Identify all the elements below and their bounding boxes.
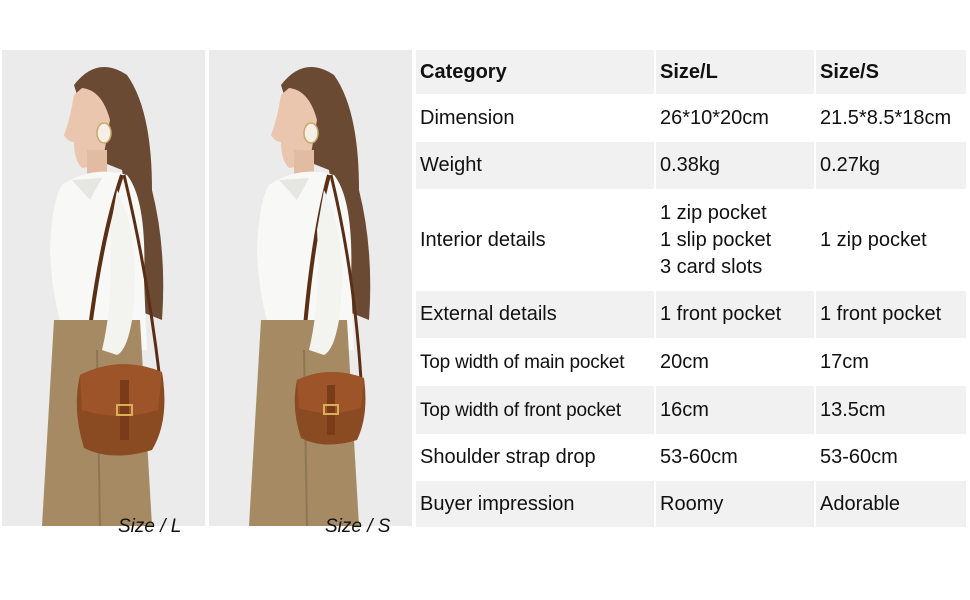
cell-size-s: 17cm [814, 338, 966, 386]
photo-caption-size-l: Size / L [118, 516, 182, 537]
cell-value: 3 card slots [660, 255, 763, 278]
table-header-row: Category Size/L Size/S [416, 50, 966, 94]
cell-value: 26*10*20cm [660, 106, 769, 129]
table-row: Buyer impression Roomy Adorable [416, 481, 966, 527]
cell-size-s: 1 front pocket [814, 291, 966, 338]
cell-value: 13.5cm [820, 398, 886, 421]
cell-value: 53-60cm [660, 446, 738, 468]
model-photo-size-l [2, 50, 205, 526]
model-with-bag-large-illustration [2, 50, 205, 526]
cell-size-l: 1 front pocket [654, 291, 815, 338]
cell-size-l: 1 zip pocket 1 slip pocket 3 card slots [654, 189, 815, 291]
cell-value: 16cm [660, 398, 709, 421]
cell-size-l: 20cm [654, 338, 815, 386]
cell-value: 20cm [660, 350, 709, 373]
header-size-l: Size/L [654, 50, 815, 94]
cell-size-s: 53-60cm [814, 434, 966, 481]
cell-size-l: 53-60cm [654, 434, 815, 481]
cell-size-s: 13.5cm [814, 386, 966, 434]
cell-size-l: Roomy [654, 481, 815, 527]
cell-category: Dimension [416, 94, 655, 142]
cell-category: Interior details [416, 189, 655, 291]
cell-value: Adorable [820, 492, 901, 515]
cell-value: 1 zip pocket [820, 228, 927, 251]
cell-value: 1 front pocket [820, 303, 942, 325]
cell-value: Roomy [660, 492, 724, 515]
photo-caption-size-s: Size / S [325, 516, 391, 537]
cell-size-l: 26*10*20cm [654, 94, 815, 142]
model-photo-size-s [209, 50, 412, 526]
table-row: Top width of front pocket 16cm 13.5cm [416, 386, 966, 434]
cell-value: 0.38kg [660, 154, 721, 176]
table-row: Interior details 1 zip pocket 1 slip pocke… [416, 189, 966, 291]
header-size-s: Size/S [814, 50, 966, 94]
table-row: Weight 0.38kg 0.27kg [416, 142, 966, 189]
table-row: External details 1 front pocket 1 front po… [416, 291, 966, 338]
cell-value: 53-60cm [820, 446, 898, 468]
cell-category: Shoulder strap drop [416, 434, 655, 481]
cell-size-s: 1 zip pocket [814, 189, 966, 291]
model-with-bag-small-illustration [209, 50, 412, 526]
cell-value: 21.5*8.5*18cm [820, 106, 952, 129]
cell-size-s: 21.5*8.5*18cm [814, 94, 966, 142]
cell-value: 0.27kg [820, 154, 881, 176]
cell-value: 17cm [820, 350, 869, 373]
cell-size-s: Adorable [814, 481, 966, 527]
cell-category: Top width of main pocket [416, 338, 655, 386]
size-comparison-table: Category Size/L Size/S Dimension 26*10*20… [416, 50, 966, 527]
cell-value: 1 slip pocket [660, 228, 772, 251]
table-row: Dimension 26*10*20cm 21.5*8.5*18cm [416, 94, 966, 142]
cell-value: 1 zip pocket [660, 201, 767, 224]
table-row: Shoulder strap drop 53-60cm 53-60cm [416, 434, 966, 481]
cell-size-l: 16cm [654, 386, 815, 434]
cell-size-l: 0.38kg [654, 142, 815, 189]
table-row: Top width of main pocket 20cm 17cm [416, 338, 966, 386]
cell-category: Weight [416, 142, 655, 189]
header-category: Category [416, 50, 655, 94]
size-comparison-table-body: Category Size/L Size/S Dimension 26*10*20… [416, 50, 966, 527]
cell-category: External details [416, 291, 655, 338]
cell-size-s: 0.27kg [814, 142, 966, 189]
cell-category: Top width of front pocket [416, 386, 655, 434]
cell-value: 1 front pocket [660, 303, 782, 325]
cell-category: Buyer impression [416, 481, 655, 527]
